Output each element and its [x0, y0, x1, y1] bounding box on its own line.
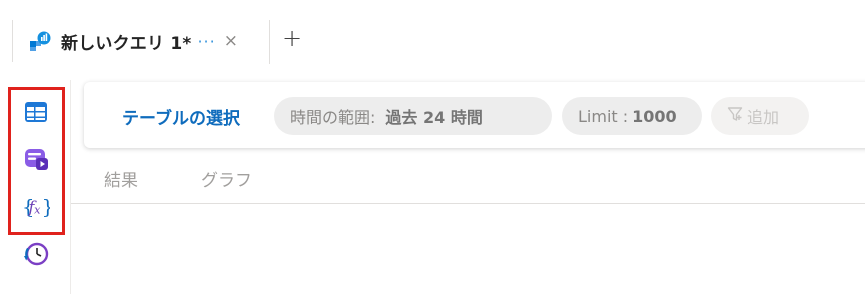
tables-icon[interactable] — [22, 98, 50, 126]
svg-text:}: } — [42, 196, 50, 219]
close-tab-icon[interactable]: × — [224, 31, 238, 51]
limit-pill[interactable]: Limit : 1000 — [562, 97, 702, 135]
select-table-link[interactable]: テーブルの選択 — [122, 104, 240, 129]
limit-value: 1000 — [632, 106, 677, 126]
query-tab-more-icon[interactable]: ··· — [197, 32, 215, 51]
limit-label: Limit : — [578, 106, 629, 126]
functions-icon[interactable]: { f x } — [22, 193, 50, 221]
time-range-label: 時間の範囲: — [290, 108, 376, 127]
tab-divider — [269, 20, 270, 64]
queries-icon[interactable] — [22, 145, 50, 173]
tab-results[interactable]: 結果 — [104, 166, 138, 191]
filter-icon — [727, 106, 743, 126]
svg-text:x: x — [34, 204, 41, 217]
time-range-value: 過去 24 時間 — [385, 108, 483, 127]
add-filter-label: 追加 — [747, 108, 780, 127]
query-history-icon[interactable] — [22, 240, 50, 268]
query-tab-title: 新しいクエリ 1* — [61, 33, 192, 54]
query-tab-icon — [29, 30, 51, 52]
tab-chart[interactable]: グラフ — [201, 166, 252, 191]
add-filter-button[interactable]: 追加 — [711, 97, 809, 135]
query-tab[interactable]: 新しいクエリ 1* ··· × — [13, 18, 238, 64]
query-toolbar: テーブルの選択 時間の範囲: 過去 24 時間 Limit : 1000 追加 — [84, 82, 865, 148]
time-range-pill[interactable]: 時間の範囲: 過去 24 時間 — [274, 97, 552, 135]
add-tab-button[interactable]: + — [282, 24, 302, 52]
query-tab-bar: 新しいクエリ 1* ··· × + — [0, 0, 865, 80]
results-divider — [71, 203, 865, 204]
